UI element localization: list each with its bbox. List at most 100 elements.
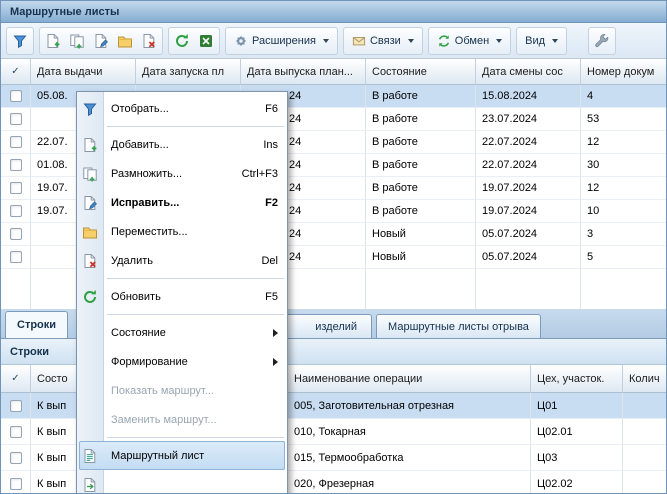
menu-separator (107, 437, 284, 438)
refresh-button[interactable] (170, 29, 194, 53)
edit-document-icon (81, 194, 99, 212)
filter-icon (81, 100, 99, 118)
col-header-issue-date[interactable]: Дата выдачи (31, 59, 136, 85)
menu-item-razmnozhit[interactable]: Размножить... Ctrl+F3 (77, 159, 287, 188)
col-header-doc-number[interactable]: Номер докум (581, 59, 667, 85)
extensions-menu-label: Расширения (252, 35, 316, 47)
delete-document-icon (81, 252, 99, 270)
extensions-group: Расширения (225, 27, 338, 55)
select-all-header[interactable]: ✓ (1, 59, 31, 85)
excel-export-button[interactable] (194, 29, 218, 53)
row-checkbox[interactable] (10, 478, 22, 490)
document-icon (81, 476, 99, 494)
menu-separator (107, 126, 284, 127)
menu-item-dobavit[interactable]: Добавить... Ins (77, 130, 287, 159)
links-icon (352, 34, 366, 48)
col-header-state-changed[interactable]: Дата смены сос (476, 59, 581, 85)
caret-down-icon (323, 39, 329, 43)
move-folder-icon (117, 33, 133, 49)
route-sheets-header-row: ✓ Дата выдачи Дата запуска пл Дата выпус… (1, 59, 666, 85)
caret-down-icon (408, 39, 414, 43)
tab-stroki[interactable]: Строки (5, 311, 68, 338)
col-header-quantity[interactable]: Колич (623, 365, 667, 393)
menu-item-pokazat-marshrut: Показать маршрут... (77, 376, 287, 405)
menu-item-formirovanie[interactable]: Формирование (77, 347, 287, 376)
refresh-icon (81, 288, 99, 306)
tab-label: Маршрутные листы отрыва (388, 321, 529, 333)
edit-button[interactable] (89, 29, 113, 53)
settings-group (588, 27, 616, 55)
settings-wrench-button[interactable] (590, 29, 614, 53)
copy-document-icon (69, 33, 85, 49)
exchange-menu-button[interactable]: Обмен (430, 29, 509, 53)
row-checkbox[interactable] (10, 400, 22, 412)
menu-item-ispravit[interactable]: Исправить... F2 (77, 188, 287, 217)
copy-document-icon (81, 165, 99, 183)
tab-label: Строки (17, 319, 56, 331)
delete-button[interactable] (137, 29, 161, 53)
row-checkbox[interactable] (10, 251, 22, 263)
view-menu-label: Вид (525, 35, 545, 47)
links-menu-label: Связи (370, 35, 401, 47)
row-checkbox[interactable] (10, 113, 22, 125)
wrench-icon (594, 33, 610, 49)
main-toolbar: Расширения Связи Обмен Вид (1, 23, 666, 59)
route-sheets-window: Маршрутные листы (0, 0, 667, 494)
route-sheet-icon (81, 447, 99, 465)
menu-item-sostoyanie[interactable]: Состояние (77, 318, 287, 347)
row-checkbox[interactable] (10, 228, 22, 240)
col-header-launch-date[interactable]: Дата запуска пл (136, 59, 241, 85)
menu-separator (107, 278, 284, 279)
row-checkbox[interactable] (10, 136, 22, 148)
copy-button[interactable] (65, 29, 89, 53)
row-checkbox[interactable] (10, 452, 22, 464)
move-folder-icon (81, 223, 99, 241)
menu-item-zamenit-marshrut: Заменить маршрут... (77, 405, 287, 434)
add-document-icon (81, 136, 99, 154)
row-checkbox[interactable] (10, 205, 22, 217)
exchange-menu-label: Обмен (455, 35, 489, 47)
submenu-arrow-icon (273, 358, 278, 366)
exchange-icon (437, 34, 451, 48)
select-all-header[interactable]: ✓ (1, 365, 31, 393)
row-checkbox[interactable] (10, 426, 22, 438)
col-header-plan-date[interactable]: Дата выпуска план... (241, 59, 366, 85)
refresh-group (168, 27, 220, 55)
menu-item-partial[interactable] (77, 470, 287, 494)
row-checkbox[interactable] (10, 90, 22, 102)
extensions-menu-button[interactable]: Расширения (227, 29, 336, 53)
window-titlebar[interactable]: Маршрутные листы (1, 1, 666, 23)
col-header-state[interactable]: Состояние (366, 59, 476, 85)
tab-marshrutnye-listy-otryva[interactable]: Маршрутные листы отрыва (376, 314, 541, 338)
edit-document-icon (93, 33, 109, 49)
menu-item-marshrutnyy-list[interactable]: Маршрутный лист (79, 441, 285, 470)
submenu-arrow-icon (273, 329, 278, 337)
menu-item-obnovit[interactable]: Обновить F5 (77, 282, 287, 311)
section-title: Строки (10, 346, 49, 358)
caret-down-icon (552, 39, 558, 43)
exchange-group: Обмен (428, 27, 511, 55)
menu-separator (107, 314, 284, 315)
menu-item-otobrat[interactable]: Отобрать... F6 (77, 94, 287, 123)
delete-document-icon (141, 33, 157, 49)
excel-export-icon (198, 33, 214, 49)
col-header-operation-name[interactable]: Наименование операции (288, 365, 531, 393)
links-group: Связи (343, 27, 423, 55)
add-button[interactable] (41, 29, 65, 53)
refresh-icon (174, 33, 190, 49)
gear-icon (234, 34, 248, 48)
caret-down-icon (496, 39, 502, 43)
col-header-department[interactable]: Цех, участок. (531, 365, 623, 393)
move-button[interactable] (113, 29, 137, 53)
menu-item-peremestit[interactable]: Переместить... (77, 217, 287, 246)
row-checkbox[interactable] (10, 159, 22, 171)
filter-button[interactable] (8, 29, 32, 53)
tab-label: изделий (315, 321, 357, 333)
view-menu-button[interactable]: Вид (518, 29, 565, 53)
row-checkbox[interactable] (10, 182, 22, 194)
filter-group (6, 27, 34, 55)
add-document-icon (45, 33, 61, 49)
window-title: Маршрутные листы (10, 6, 119, 18)
links-menu-button[interactable]: Связи (345, 29, 421, 53)
menu-item-udalit[interactable]: Удалить Del (77, 246, 287, 275)
